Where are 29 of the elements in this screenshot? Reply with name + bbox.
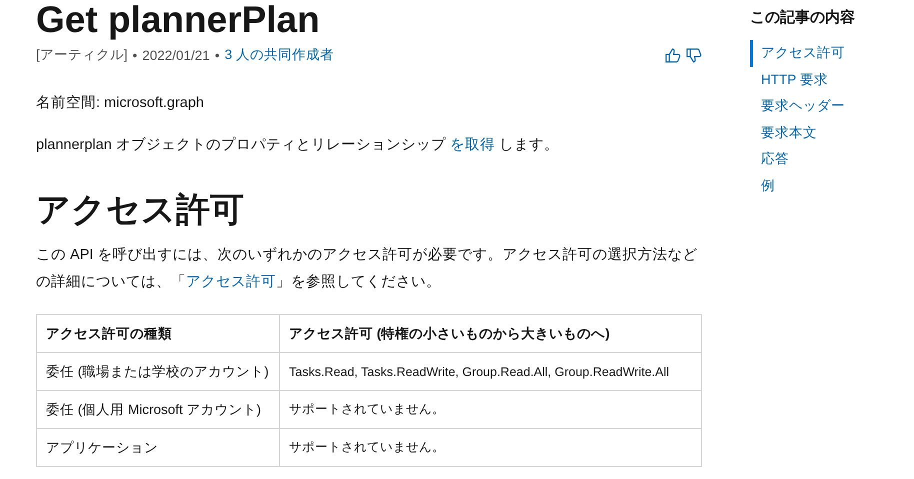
permissions-link[interactable]: アクセス許可 [186,274,276,290]
toc-link[interactable]: 要求ヘッダー [750,93,855,120]
contributors-link[interactable]: 3 人の共同作成者 [224,46,334,64]
article-title: Get plannerPlan [36,0,321,42]
table-cell: サポートされていません。 [280,428,702,466]
table-cell: Tasks.Read, Tasks.ReadWrite, Group.Read.All, Group.ReadWrite.All [280,352,702,390]
table-cell: 委任 (職場または学校のアカウント) [36,352,280,390]
toc-link[interactable]: HTTP 要求 [750,66,855,94]
separator-dot: • [132,48,138,62]
toc-link[interactable]: 要求本文 [750,120,855,146]
toc-link[interactable]: 応答 [750,146,855,173]
get-link[interactable]: を取得 [450,137,495,153]
table-cell: アプリケーション [36,428,280,466]
permissions-text: この API を呼び出すには、次のいずれかのアクセス許可が必要です。アクセス許可の選択方法などの詳細については、「アクセス許可」を参照してください。 [36,246,698,292]
thumbs-down-icon[interactable] [685,46,702,64]
table-cell: 委任 (個人用 Microsoft アカウント) [36,390,280,428]
column-header: アクセス許可の種類 [36,314,280,352]
toc-link[interactable]: 例 [750,172,855,200]
namespace-text: 名前空間: microsoft.graph [36,94,205,113]
toc-title: この記事の内容 [750,8,855,27]
column-header: アクセス許可 (特権の小さいものから大きいものへ) [280,314,702,352]
toc-link[interactable]: アクセス許可 [750,40,855,67]
article-date: 2022/01/21 [142,48,210,62]
thumbs-up-icon[interactable] [664,46,681,64]
separator-dot: • [214,48,220,62]
table-cell: サポートされていません。 [280,390,702,428]
article-type: [アーティクル] [36,46,128,64]
section-heading: アクセス許可 [36,190,245,231]
description-text: plannerplan オブジェクトのプロパティとリレーションシップ を取得 します。 [36,136,560,155]
